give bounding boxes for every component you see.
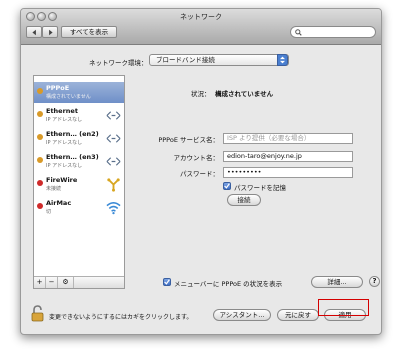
show-pppoe-status-label: メニューバーに PPPoE の状況を表示 [174,280,283,288]
service-status: 構成されていません [46,94,91,100]
title-bar: ネットワーク すべてを表示 [21,9,381,45]
lock-icon[interactable] [31,305,44,322]
checkmark-icon [224,183,230,189]
back-arrow-icon [31,29,36,35]
service-status: 切 [46,209,52,215]
service-name: Ethern… (en2) [46,130,99,138]
service-status: 未接続 [46,186,62,192]
gear-icon[interactable]: ⚙ [58,277,74,288]
remove-service-button[interactable]: − [46,277,58,288]
account-name-label: アカウント名： [173,154,220,162]
network-window: ネットワーク すべてを表示 ネットワーク環境： ブロードバンド接続 PPPoE … [20,8,382,335]
add-service-button[interactable]: + [34,277,46,288]
connect-button[interactable]: 接続 [227,194,261,206]
ethernet-icon [106,134,121,143]
select-arrows-icon [277,54,288,66]
status-value: 構成されていません [215,90,274,98]
service-item-ethernet-en2[interactable]: Ethern… (en2) IP アドレスなし [34,128,124,149]
apply-button-highlight [318,299,369,316]
checkmark-icon [164,279,170,285]
service-status: IP アドレスなし [46,117,83,123]
remember-password-label: パスワードを記憶 [234,184,286,192]
password-field[interactable]: ••••••••• [223,167,353,178]
service-item-airmac[interactable]: AirMac 切 [34,197,124,218]
status-dot-icon [37,111,43,117]
help-button[interactable]: ? [369,276,380,287]
forward-arrow-icon [48,29,53,35]
status-label: 状況： [191,90,211,98]
service-list[interactable]: PPPoE 構成されていません Ethernet IP アドレスなし Ether… [33,75,125,289]
show-all-button[interactable]: すべてを表示 [61,26,117,38]
service-item-pppoe[interactable]: PPPoE 構成されていません [34,82,124,103]
password-label: パスワード： [180,170,219,178]
service-item-ethernet-en3[interactable]: Ethern… (en3) IP アドレスなし [34,151,124,172]
service-name: Ethern… (en3) [46,153,99,161]
service-name: Ethernet [46,107,78,115]
search-icon [295,29,302,36]
wifi-icon [106,202,121,215]
back-button[interactable] [26,26,42,38]
service-list-toolbar: + − ⚙ [34,276,124,288]
service-detail-panel: 状況： 構成されていません PPPoE サービス名： ISP より提供（必要な場… [133,73,381,298]
service-name: FireWire [46,176,78,184]
service-name-field[interactable]: ISP より提供（必要な場合） [223,133,353,144]
status-dot-icon [37,88,43,94]
service-status: IP アドレスなし [46,163,83,169]
remember-password-checkbox[interactable] [223,182,231,190]
service-name: AirMac [46,199,72,207]
location-value: ブロードバンド接続 [156,56,215,64]
location-select[interactable]: ブロードバンド接続 [149,54,289,66]
forward-button[interactable] [42,26,58,38]
status-dot-icon [37,157,43,163]
service-name: PPPoE [46,84,70,92]
ethernet-icon [106,157,121,166]
show-pppoe-status-checkbox[interactable] [163,278,171,286]
service-item-ethernet[interactable]: Ethernet IP アドレスなし [34,105,124,126]
service-name-label: PPPoE サービス名： [158,136,219,144]
search-field[interactable] [290,26,376,38]
firewire-icon [107,178,120,192]
ethernet-icon [106,111,121,120]
lock-instruction-text: 変更できないようにするにはカギをクリックします。 [49,314,193,321]
revert-button[interactable]: 元に戻す [277,309,319,321]
service-item-firewire[interactable]: FireWire 未接続 [34,174,124,195]
account-name-field[interactable]: edion-taro@enjoy.ne.jp [223,151,353,162]
window-title: ネットワーク [180,13,222,21]
status-dot-icon [37,134,43,140]
status-dot-icon [37,203,43,209]
advanced-button[interactable]: 詳細... [311,276,363,288]
location-label: ネットワーク環境： [89,59,148,67]
status-dot-icon [37,180,43,186]
assistant-button[interactable]: アシスタント... [213,309,271,321]
service-status: IP アドレスなし [46,140,83,146]
